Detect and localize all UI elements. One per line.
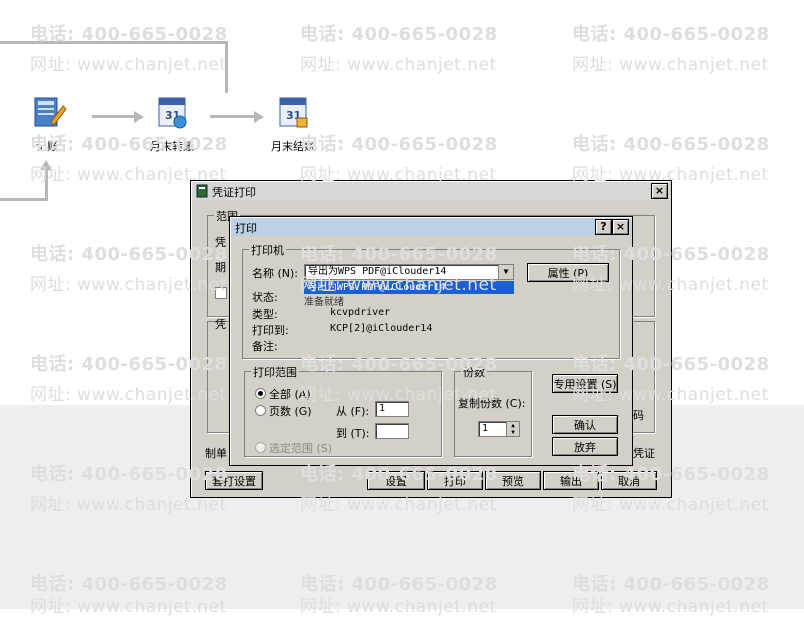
voucher-print-title: 凭证打印: [212, 186, 256, 199]
print-dialog-title: 打印: [235, 222, 257, 235]
watermark-phone: 电话: 400-665-0028: [300, 24, 498, 45]
flow-line-up: [45, 170, 48, 201]
to-input[interactable]: [375, 423, 409, 439]
print-button[interactable]: 打印: [427, 471, 483, 490]
discard-button[interactable]: 放弃: [552, 437, 618, 456]
from-label: 从 (F):: [336, 405, 370, 418]
watermark-phone: 电话: 400-665-0028: [572, 24, 770, 45]
printer-name-value: 导出为WPS PDF@iClouder14: [308, 266, 447, 277]
calendar-transfer-icon: 31: [152, 92, 192, 132]
printer-name-select[interactable]: 导出为WPS PDF@iClouder14 ▼: [304, 264, 514, 280]
print-dialog: 打印 ? × 打印机 名称 (N): 导出为WPS PDF@iClouder14…: [229, 216, 633, 466]
calendar-lock-icon: 31: [273, 92, 313, 132]
all-pages-radio[interactable]: [255, 388, 266, 399]
from-input[interactable]: 1: [375, 401, 409, 417]
copies-group: 份数: [454, 364, 532, 457]
voucher-print-titlebar: 凭证打印 ×: [192, 182, 670, 200]
printto-value: KCP[2]@iClouder14: [330, 323, 433, 334]
set-print-button[interactable]: 套打设置: [205, 471, 263, 490]
fragment-voucher3: 凭证: [633, 447, 655, 460]
type-value: kcvpdriver: [330, 307, 391, 318]
confirm-button[interactable]: 确认: [552, 415, 618, 434]
book-icon: [196, 184, 208, 198]
printer-group-title: 打印机: [249, 242, 286, 258]
to-label: 到 (T):: [336, 427, 370, 440]
ledger-icon: [27, 92, 67, 132]
flow-node-label: 记账: [36, 140, 58, 153]
flow-node-month-transfer[interactable]: 31 月末转账: [137, 92, 207, 154]
print-titlebar: 打印 ? ×: [231, 218, 631, 236]
comment-label: 备注:: [252, 340, 278, 353]
status-label: 状态:: [252, 291, 278, 304]
flow-line-top: [0, 41, 228, 44]
spinner-icon[interactable]: ▲ ▼: [506, 422, 519, 436]
chevron-down-icon[interactable]: ▼: [498, 265, 513, 279]
status-value: 准备就绪: [304, 297, 344, 308]
flow-line-bottom: [0, 198, 48, 201]
flow-line-a: [92, 115, 135, 118]
selection-radio: [255, 442, 266, 453]
fragment-voucher2: 凭: [215, 318, 226, 331]
copies-input[interactable]: 1 ▲ ▼: [478, 421, 520, 437]
watermark-phone: 电话: 400-665-0028: [572, 134, 770, 155]
selection-label: 选定范围 (S): [269, 442, 333, 455]
help-button[interactable]: ?: [595, 219, 612, 235]
close-button[interactable]: ×: [651, 183, 668, 199]
flow-line-right: [225, 41, 228, 93]
print-range-title: 打印范围: [251, 364, 299, 380]
outer-checkbox[interactable]: [215, 287, 227, 299]
printto-label: 打印到:: [252, 324, 289, 337]
all-pages-label: 全部 (A): [269, 388, 311, 401]
type-label: 类型:: [252, 308, 278, 321]
watermark-site: 网址: www.chanjet.net: [572, 55, 769, 75]
dropdown-option-label: 导出为WPS PDF@iClouder14: [307, 282, 446, 293]
copies-value: 1: [482, 423, 489, 434]
copies-label: 复制份数 (C):: [458, 397, 526, 410]
flow-node-bookkeeping[interactable]: 记账: [12, 92, 82, 154]
flow-node-month-close[interactable]: 31 月末结账: [258, 92, 328, 154]
page-range-radio[interactable]: [255, 405, 266, 416]
special-settings-button[interactable]: 专用设置 (S): [552, 374, 618, 393]
fragment-code: 码: [633, 409, 644, 422]
flow-node-label: 月末结账: [271, 140, 315, 153]
export-button[interactable]: 输出: [543, 471, 599, 490]
properties-button[interactable]: 属性 (P): [527, 263, 609, 282]
watermark-site: 网址: www.chanjet.net: [300, 55, 497, 75]
flow-node-label: 月末转账: [150, 140, 194, 153]
copies-group-title: 份数: [461, 364, 487, 380]
fragment-voucher: 凭: [215, 236, 226, 249]
preview-button[interactable]: 预览: [485, 471, 541, 490]
fragment-maker: 制单: [205, 447, 227, 460]
flow-line-b: [210, 115, 255, 118]
close-button[interactable]: ×: [612, 219, 629, 235]
name-label: 名称 (N):: [252, 267, 299, 280]
watermark-site: 网址: www.chanjet.net: [30, 55, 227, 75]
cancel-button[interactable]: 取消: [601, 471, 657, 490]
fragment-period: 期: [215, 261, 226, 274]
flow-arrow-up: [40, 160, 52, 170]
watermark-phone: 电话: 400-665-0028: [300, 134, 498, 155]
page-range-label: 页数 (G): [269, 405, 312, 418]
settings-button[interactable]: 设置: [367, 471, 425, 490]
